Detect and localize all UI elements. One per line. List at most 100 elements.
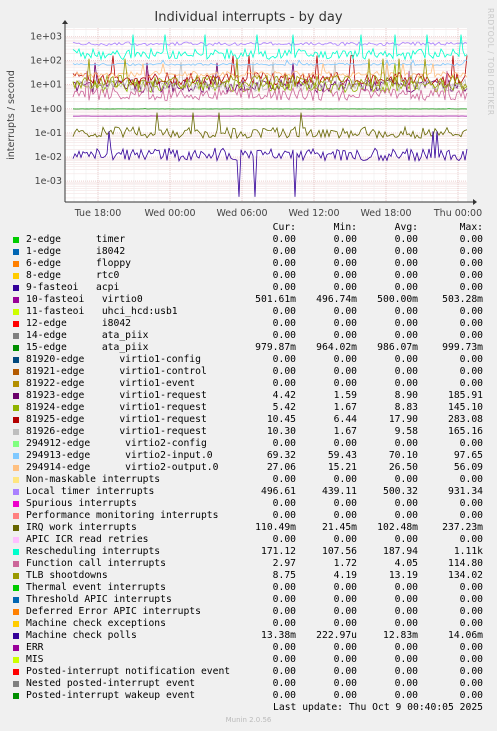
- legend-value-cur: 0.00: [272, 438, 296, 449]
- chart-plot: 1e-03 1e-02 1e-01 1e+00 1e+01 1e+02 1e+03 Tue 1…: [6, 20, 482, 219]
- legend-row: 11-fasteoi uhci_hcd:usb1 0.00 0.00 0.00 0.00: [0, 306, 497, 318]
- legend-value-min: 21.45m: [322, 522, 357, 533]
- legend-row: APIC ICR read retries 0.00 0.00 0.00 0.00: [0, 534, 497, 546]
- legend-value-max: 0.00: [459, 354, 483, 365]
- legend-swatch: [13, 465, 19, 471]
- legend-value-cur: 0.00: [272, 270, 296, 281]
- legend-value-max: 0.00: [459, 666, 483, 677]
- x-tick-label: Wed 00:00: [144, 208, 195, 219]
- legend-series-name: 10-fasteoi virtio0: [26, 294, 143, 305]
- legend-value-avg: 0.00: [394, 318, 418, 329]
- legend-value-min: 439.11: [322, 486, 357, 497]
- legend-series-name: 14-edge ata_piix: [26, 330, 149, 341]
- legend-value-min: 6.44: [333, 414, 357, 425]
- legend-row: 294913-edge virtio2-input.0 69.32 59.43 70.…: [0, 450, 497, 462]
- legend-value-cur: 0.00: [272, 234, 296, 245]
- legend-value-max: 503.28m: [442, 294, 483, 305]
- legend-value-min: 964.02m: [316, 342, 357, 353]
- legend-swatch: [13, 417, 19, 423]
- legend-value-min: 107.56: [322, 546, 357, 557]
- legend-value-min: 0.00: [333, 690, 357, 701]
- legend-value-min: 0.00: [333, 582, 357, 593]
- legend-value-max: 97.65: [453, 450, 483, 461]
- legend-swatch: [13, 369, 19, 375]
- legend-value-min: 0.00: [333, 438, 357, 449]
- legend-value-avg: 0.00: [394, 498, 418, 509]
- legend-row: 294914-edge virtio2-output.0 27.06 15.21 26…: [0, 462, 497, 474]
- legend-value-min: 0.00: [333, 510, 357, 521]
- legend-value-max: 0.00: [459, 534, 483, 545]
- legend-swatch: [13, 261, 19, 267]
- legend-row: 12-edge i8042 0.00 0.00 0.00 0.00: [0, 318, 497, 330]
- legend-value-avg: 187.94: [383, 546, 418, 557]
- legend-value-avg: 8.83: [394, 402, 418, 413]
- legend-series-name: 11-fasteoi uhci_hcd:usb1: [26, 306, 178, 317]
- legend-value-avg: 500.32: [383, 486, 418, 497]
- legend-value-max: 999.73m: [442, 342, 483, 353]
- legend-series-name: 294912-edge virtio2-config: [26, 438, 207, 449]
- legend-row: 15-edge ata_piix 979.87m 964.02m 986.07m 999…: [0, 342, 497, 354]
- legend-value-max: 0.00: [459, 378, 483, 389]
- legend-header-max: Max:: [459, 222, 483, 233]
- legend-header-cur: Cur:: [272, 222, 296, 233]
- legend-swatch: [13, 693, 19, 699]
- legend-value-max: 0.00: [459, 258, 483, 269]
- legend-value-avg: 0.00: [394, 234, 418, 245]
- legend-value-min: 0.00: [333, 246, 357, 257]
- legend-value-min: 1.72: [333, 558, 357, 569]
- x-tick-label: Thu 00:00: [433, 208, 482, 219]
- legend-value-cur: 0.00: [272, 306, 296, 317]
- legend-value-cur: 13.38m: [261, 630, 296, 641]
- y-tick-label: 1e-02: [35, 152, 62, 163]
- legend-value-cur: 0.00: [272, 642, 296, 653]
- legend-value-avg: 0.00: [394, 534, 418, 545]
- legend-value-max: 0.00: [459, 438, 483, 449]
- legend-swatch: [13, 321, 19, 327]
- legend-series-name: MIS: [26, 654, 44, 665]
- legend-value-max: 0.00: [459, 654, 483, 665]
- legend-value-min: 59.43: [327, 450, 357, 461]
- legend-value-avg: 0.00: [394, 306, 418, 317]
- legend-value-max: 0.00: [459, 678, 483, 689]
- legend-value-cur: 171.12: [261, 546, 296, 557]
- legend-swatch: [13, 489, 19, 495]
- legend-value-max: 0.00: [459, 690, 483, 701]
- legend-series-name: Deferred Error APIC interrupts: [26, 606, 201, 617]
- legend-series-name: 81924-edge virtio1-request: [26, 402, 207, 413]
- legend-series-name: 294914-edge virtio2-output.0: [26, 462, 219, 473]
- y-tick-label: 1e+01: [30, 80, 62, 91]
- legend-value-cur: 0.00: [272, 474, 296, 485]
- legend-row: 1-edge i8042 0.00 0.00 0.00 0.00: [0, 246, 497, 258]
- legend-value-max: 0.00: [459, 330, 483, 341]
- legend-value-cur: 496.61: [261, 486, 296, 497]
- legend-value-avg: 500.00m: [377, 294, 418, 305]
- legend-row: Posted-interrupt wakeup event 0.00 0.00 0.0…: [0, 690, 497, 702]
- legend-value-min: 0.00: [333, 642, 357, 653]
- legend-value-cur: 0.00: [272, 582, 296, 593]
- legend-value-cur: 110.49m: [255, 522, 296, 533]
- legend-value-avg: 12.83m: [383, 630, 418, 641]
- legend-swatch: [13, 381, 19, 387]
- legend-value-min: 1.59: [333, 390, 357, 401]
- legend-value-cur: 0.00: [272, 654, 296, 665]
- legend-series-name: 81922-edge virtio1-event: [26, 378, 196, 389]
- legend-swatch: [13, 273, 19, 279]
- legend-value-min: 0.00: [333, 306, 357, 317]
- legend-value-cur: 5.42: [272, 402, 296, 413]
- legend-value-min: 0.00: [333, 474, 357, 485]
- legend-row: 81923-edge virtio1-request 4.42 1.59 8.90 18…: [0, 390, 497, 402]
- legend-row: Local timer interrupts 496.61 439.11 500.32…: [0, 486, 497, 498]
- legend-swatch: [13, 609, 19, 615]
- y-tick-label: 1e-03: [35, 176, 62, 187]
- legend-value-max: 0.00: [459, 366, 483, 377]
- legend-value-max: 56.09: [453, 462, 483, 473]
- legend-value-cur: 27.06: [266, 462, 296, 473]
- legend-series-name: Performance monitoring interrupts: [26, 510, 219, 521]
- legend-value-avg: 0.00: [394, 678, 418, 689]
- legend-value-min: 496.74m: [316, 294, 357, 305]
- legend-series-name: 81921-edge virtio1-control: [26, 366, 207, 377]
- legend-value-min: 0.00: [333, 498, 357, 509]
- legend-series-name: IRQ work interrupts: [26, 522, 137, 533]
- legend-value-cur: 0.00: [272, 366, 296, 377]
- legend-value-avg: 9.58: [394, 426, 418, 437]
